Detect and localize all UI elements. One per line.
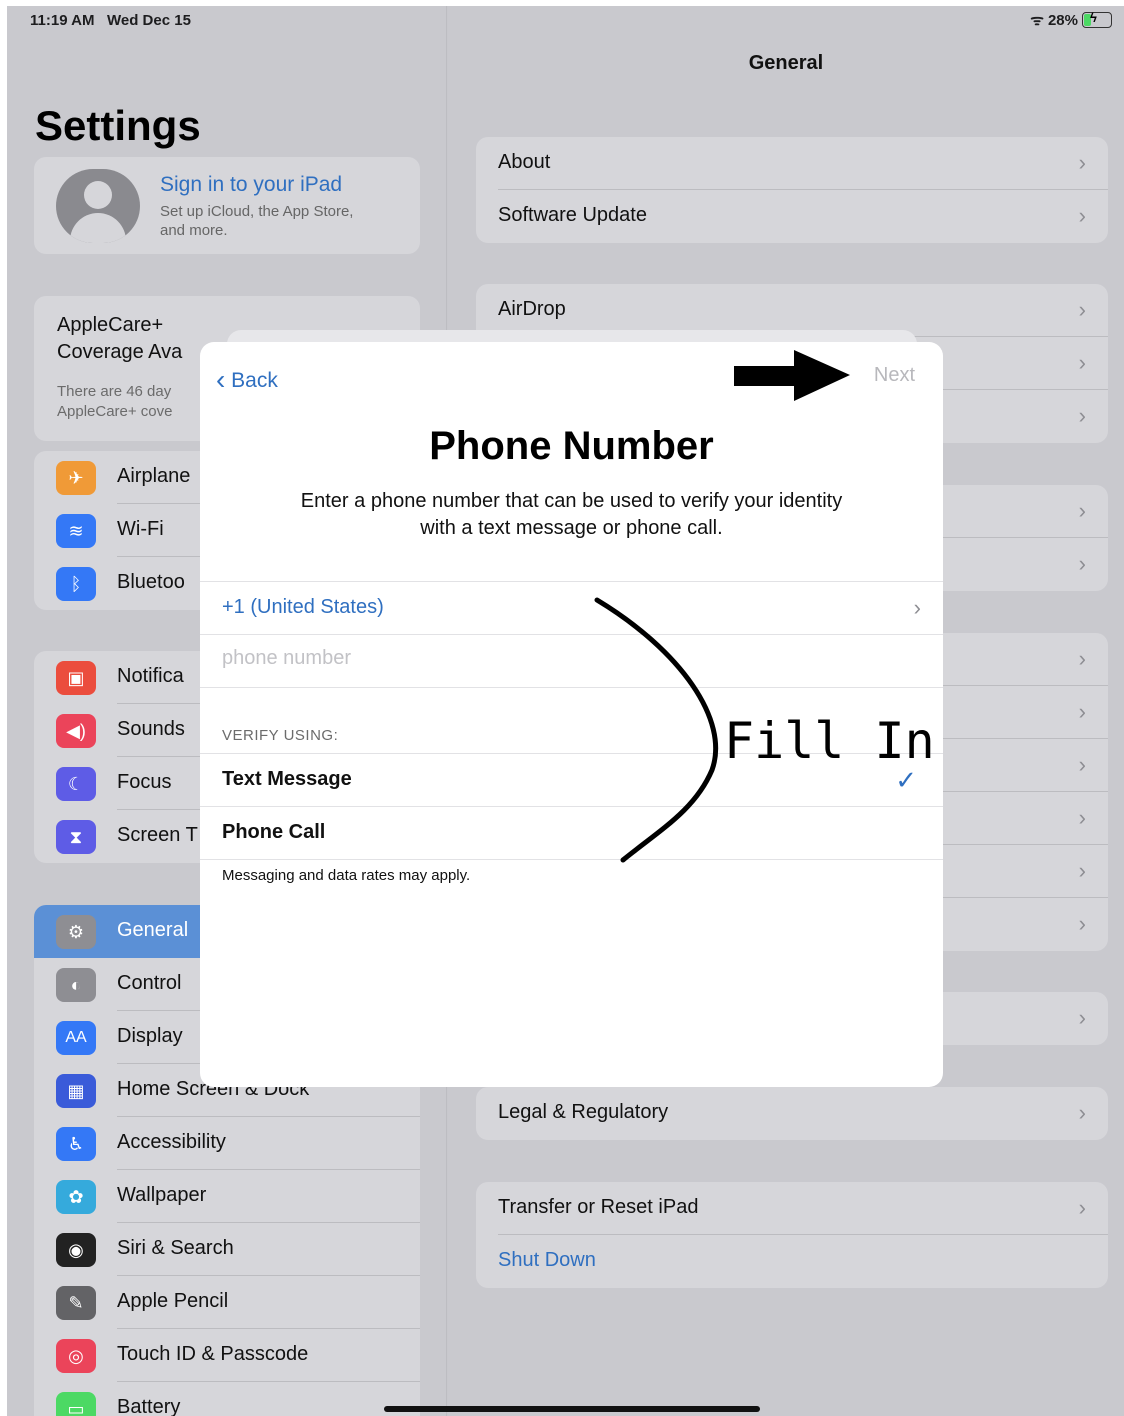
wifi-status-icon: ᯤ: [1030, 12, 1044, 29]
sheet-description: Enter a phone number that can be used to…: [300, 490, 843, 539]
chevron-right-icon: ›: [1078, 805, 1086, 830]
chevron-right-icon: ›: [1078, 551, 1086, 576]
divider: [200, 687, 943, 688]
row-legal[interactable]: Legal & Regulatory ›: [476, 1087, 1108, 1140]
battery-status-icon: ϟ: [1082, 10, 1112, 28]
sidebar-item-siri[interactable]: ◉ Siri & Search: [34, 1223, 420, 1276]
chevron-right-icon: ›: [1078, 1005, 1086, 1030]
home-screen-icon: ▦: [56, 1074, 96, 1108]
siri-icon: ◉: [56, 1233, 96, 1267]
wifi-icon: ≋: [56, 514, 96, 548]
account-subtitle: Set up iCloud, the App Store, and more.: [160, 203, 354, 239]
about-group: About › Software Update ›: [476, 137, 1108, 243]
chevron-right-icon: ›: [1078, 403, 1086, 428]
chevron-left-icon: ‹: [216, 364, 226, 395]
applecare-desc: There are 46 day AppleCare+ cove: [57, 383, 173, 420]
battery-icon: ▭: [56, 1392, 96, 1416]
status-right: ᯤ 28% ϟ: [1030, 10, 1112, 30]
chevron-right-icon: ›: [1078, 858, 1086, 883]
page-title: General: [748, 52, 824, 74]
notifications-icon: ▣: [56, 661, 96, 695]
home-indicator[interactable]: [384, 1406, 760, 1412]
chevron-right-icon: ›: [1078, 911, 1086, 936]
row-about[interactable]: About ›: [476, 137, 1108, 190]
airplane-icon: ✈: [56, 461, 96, 495]
row-transfer-reset[interactable]: Transfer or Reset iPad ›: [476, 1182, 1108, 1235]
country-selector[interactable]: +1 (United States) ›: [200, 581, 943, 634]
chevron-right-icon: ›: [1078, 350, 1086, 375]
fingerprint-icon: ◎: [56, 1339, 96, 1373]
row-shut-down[interactable]: Shut Down: [476, 1235, 1108, 1288]
accessibility-icon: ♿: [56, 1127, 96, 1161]
wallpaper-icon: ✿: [56, 1180, 96, 1214]
pencil-icon: ✎: [56, 1286, 96, 1320]
chevron-right-icon: ›: [1078, 1100, 1086, 1125]
screen-time-icon: ⧗: [56, 820, 96, 854]
sidebar-item-apple-pencil[interactable]: ✎ Apple Pencil: [34, 1276, 420, 1329]
rates-note: Messaging and data rates may apply.: [222, 867, 471, 884]
legal-group: Legal & Regulatory ›: [476, 1087, 1108, 1140]
gear-icon: ⚙: [56, 915, 96, 949]
avatar: [56, 169, 140, 243]
battery-percent: 28%: [1047, 11, 1078, 29]
chevron-right-icon: ›: [1078, 646, 1086, 671]
chevron-right-icon: ›: [1078, 297, 1086, 322]
verify-header: VERIFY USING:: [222, 727, 339, 744]
option-phone-call[interactable]: Phone Call: [200, 806, 943, 859]
sidebar-item-battery[interactable]: ▭ Battery: [34, 1382, 420, 1416]
sheet-title: Phone Number: [429, 424, 714, 468]
sign-in-link[interactable]: Sign in to your iPad: [160, 173, 342, 197]
chevron-right-icon: ›: [1078, 150, 1086, 175]
fill-in-annotation: Fill In: [724, 712, 935, 770]
chevron-right-icon: ›: [1078, 1195, 1086, 1220]
display-icon: AA: [56, 1021, 96, 1055]
divider: [200, 859, 943, 860]
chevron-right-icon: ›: [1078, 699, 1086, 724]
status-bar: 11:19 AM Wed Dec 15 ᯤ 28% ϟ: [7, 6, 1124, 36]
applecare-title: AppleCare+ Coverage Ava: [57, 314, 183, 363]
chevron-right-icon: ›: [1078, 203, 1086, 228]
chevron-right-icon: ›: [913, 595, 921, 620]
back-button[interactable]: ‹ Back: [216, 362, 278, 395]
next-button[interactable]: Next: [874, 364, 915, 387]
sidebar-item-wallpaper[interactable]: ✿ Wallpaper: [34, 1170, 420, 1223]
reset-group: Transfer or Reset iPad › Shut Down: [476, 1182, 1108, 1288]
phone-number-input[interactable]: [222, 647, 622, 670]
control-center-icon: ◐: [56, 968, 96, 1002]
phone-number-row: [200, 634, 943, 687]
bluetooth-icon: ᛒ: [56, 567, 96, 601]
focus-moon-icon: ☾: [56, 767, 96, 801]
sidebar-title: Settings: [35, 102, 201, 149]
sounds-icon: ◀): [56, 714, 96, 748]
status-time: 11:19 AM Wed Dec 15: [30, 12, 191, 29]
row-software-update[interactable]: Software Update ›: [476, 190, 1108, 243]
sidebar-item-touch-id[interactable]: ◎ Touch ID & Passcode: [34, 1329, 420, 1382]
chevron-right-icon: ›: [1078, 498, 1086, 523]
account-card[interactable]: Sign in to your iPad Set up iCloud, the …: [34, 157, 420, 254]
sidebar-item-accessibility[interactable]: ♿ Accessibility: [34, 1117, 420, 1170]
chevron-right-icon: ›: [1078, 752, 1086, 777]
